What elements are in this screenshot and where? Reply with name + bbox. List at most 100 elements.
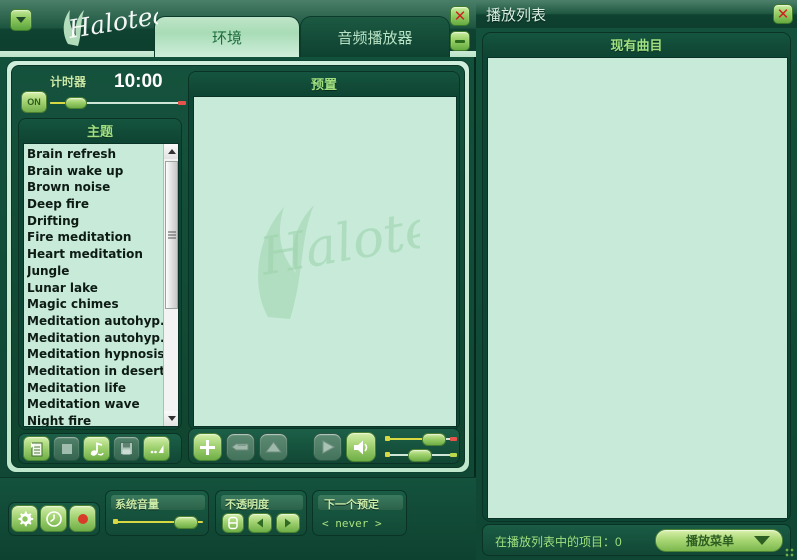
- chevron-down-icon: [167, 416, 176, 421]
- theme-list-item[interactable]: Meditation autohyp...: [27, 330, 164, 347]
- theme-list-item[interactable]: Meditation life: [27, 380, 164, 397]
- theme-list-item[interactable]: Brain wake up: [27, 163, 164, 180]
- caret-down-icon: [754, 536, 770, 545]
- system-volume-label: 系统音量: [115, 499, 159, 511]
- playlist-window: 播放列表 ✕ 现有曲目 在播放列表中的项目：0 播放菜单: [476, 0, 797, 560]
- delete-button: [259, 433, 288, 461]
- system-volume-slider[interactable]: [113, 516, 203, 529]
- balance-slider[interactable]: [385, 433, 457, 446]
- edit-button: [226, 433, 255, 461]
- theme-panel-title: 主题: [19, 119, 181, 141]
- next-schedule-group: 下一个预定 < never >: [312, 490, 407, 536]
- close-icon: ✕: [453, 6, 467, 25]
- bottom-icon-group: [8, 502, 100, 536]
- main-close-button[interactable]: ✕: [450, 6, 470, 26]
- save-button: [113, 436, 140, 461]
- sound-note-button[interactable]: [83, 436, 110, 461]
- arrow-right-icon: [285, 518, 291, 528]
- theme-list-item[interactable]: Jungle: [27, 263, 164, 280]
- theme-list-item[interactable]: Meditation hypnosis: [27, 346, 164, 363]
- theme-list-item[interactable]: Magic chimes: [27, 296, 164, 313]
- arrow-left-icon: [257, 518, 263, 528]
- main-window: Halotea 音频播放器 环境 ✕ ON 计时器 10:00 主题 Brain…: [0, 0, 476, 560]
- pan-slider-thumb[interactable]: [408, 449, 432, 462]
- tab-environment-label: 环境: [211, 29, 242, 47]
- scroll-up-button[interactable]: [164, 144, 178, 159]
- playlist-list[interactable]: [487, 57, 788, 519]
- theme-list-item[interactable]: Fire meditation: [27, 229, 164, 246]
- pencil-icon: [231, 443, 249, 451]
- gear-icon: [17, 511, 33, 526]
- playlist-menu-label: 播放菜单: [685, 534, 734, 548]
- pan-slider-cap-left: [385, 452, 390, 457]
- resize-grip[interactable]: [785, 548, 794, 557]
- timer-slider[interactable]: [50, 97, 186, 109]
- floppy-disk-icon: [120, 442, 133, 455]
- content-inner: ON 计时器 10:00 主题 Brain refresh Brain wake…: [11, 65, 465, 468]
- clock-icon: [45, 510, 62, 527]
- theme-list-item[interactable]: Meditation wave: [27, 396, 164, 413]
- fade-button[interactable]: [143, 436, 170, 461]
- system-volume-thumb[interactable]: [174, 516, 198, 529]
- playlist-menu-button[interactable]: 播放菜单: [655, 529, 783, 552]
- theme-list-item[interactable]: Deep fire: [27, 196, 164, 213]
- opacity-label: 不透明度: [225, 499, 269, 511]
- timer-on-toggle[interactable]: ON: [21, 91, 47, 113]
- scrollbar-grip-icon: [167, 231, 176, 239]
- theme-list-item[interactable]: Heart meditation: [27, 246, 164, 263]
- menu-button[interactable]: [10, 9, 32, 31]
- next-schedule-label: 下一个预定: [324, 499, 379, 511]
- balance-slider-thumb[interactable]: [422, 433, 446, 446]
- volume-button[interactable]: [346, 432, 376, 462]
- speaker-icon: [353, 440, 367, 454]
- stop-icon: [61, 443, 72, 454]
- tab-audio-player[interactable]: 音频播放器: [300, 16, 450, 57]
- opacity-next-button[interactable]: [276, 513, 300, 533]
- scroll-down-button[interactable]: [164, 411, 178, 426]
- main-titlebar: Halotea 音频播放器 环境 ✕: [0, 0, 476, 57]
- theme-list-items: Brain refresh Brain wake up Brown noise Dee…: [24, 144, 164, 426]
- settings-button[interactable]: [11, 505, 38, 532]
- main-minimize-button[interactable]: [450, 31, 470, 51]
- close-icon: ✕: [776, 4, 790, 23]
- scheduler-button[interactable]: [40, 505, 67, 532]
- timer-on-label: ON: [27, 97, 41, 107]
- playlist-body: 现有曲目: [482, 32, 791, 522]
- opacity-group: 不透明度: [215, 490, 307, 536]
- tab-environment[interactable]: 环境: [154, 16, 300, 57]
- timer-slider-endcap: [178, 101, 186, 105]
- preset-list[interactable]: Halotea: [193, 96, 457, 427]
- theme-list-scrollbar[interactable]: [163, 144, 178, 426]
- timer-slider-thumb[interactable]: [65, 97, 87, 109]
- theme-list-item[interactable]: Lunar lake: [27, 280, 164, 297]
- theme-list-item[interactable]: Meditation autohyp...: [27, 313, 164, 330]
- pan-slider[interactable]: [385, 449, 457, 462]
- bottom-bar: 系统音量 不透明度 下一个预定 < never >: [0, 477, 476, 560]
- theme-list[interactable]: Brain refresh Brain wake up Brown noise Dee…: [23, 143, 179, 427]
- preset-toolbar-left: [18, 433, 182, 464]
- theme-list-item[interactable]: Brain refresh: [27, 146, 164, 163]
- preset-panel-title: 预置: [189, 72, 459, 94]
- playlist-close-button[interactable]: ✕: [773, 4, 793, 24]
- system-volume-cap: [113, 519, 118, 524]
- playlist-title: 播放列表: [486, 7, 547, 24]
- opacity-lock-button[interactable]: [222, 513, 244, 533]
- playlist-count-text: 在播放列表中的项目：0: [495, 535, 622, 549]
- timer-value: 10:00: [114, 71, 163, 92]
- opacity-prev-button[interactable]: [248, 513, 272, 533]
- theme-panel: 主题 Brain refresh Brain wake up Brown noise…: [18, 118, 182, 430]
- new-preset-button[interactable]: [23, 436, 50, 461]
- theme-list-item[interactable]: Brown noise: [27, 179, 164, 196]
- opacity-lock-icon: [228, 516, 238, 530]
- play-icon: [322, 440, 335, 454]
- theme-list-item[interactable]: Night fire: [27, 413, 164, 426]
- scrollbar-thumb[interactable]: [165, 161, 178, 309]
- add-button[interactable]: [193, 433, 222, 461]
- record-button[interactable]: [69, 505, 96, 532]
- fade-ramp-icon: [150, 444, 163, 453]
- svg-text:Halotea: Halotea: [255, 197, 420, 288]
- pan-slider-cap-right: [450, 453, 457, 457]
- theme-list-item[interactable]: Drifting: [27, 213, 164, 230]
- new-document-icon: [31, 441, 43, 456]
- theme-list-item[interactable]: Meditation in desert: [27, 363, 164, 380]
